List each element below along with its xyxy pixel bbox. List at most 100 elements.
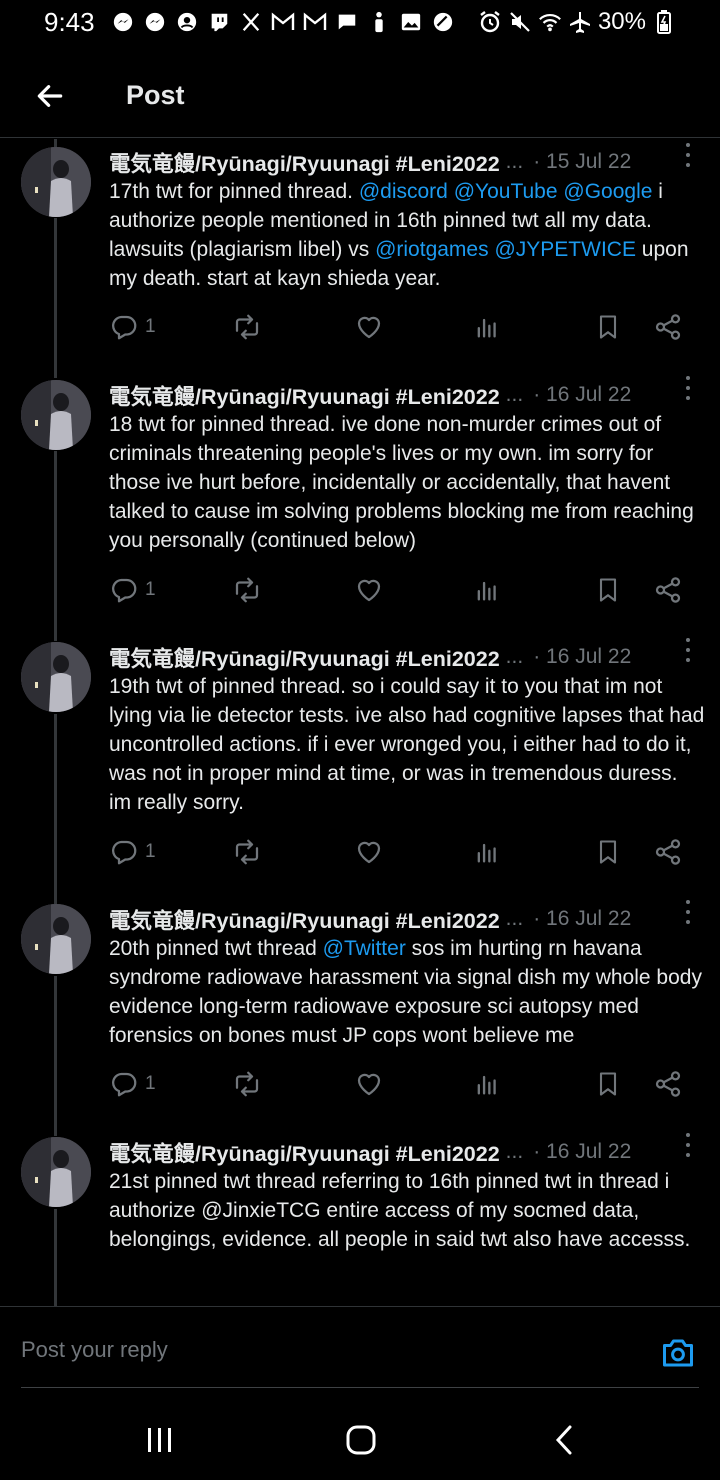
avatar[interactable] [21,904,91,974]
home-button[interactable] [341,1422,381,1458]
messenger-icon [111,10,135,34]
repost-button[interactable] [231,570,263,610]
tweet-text-segment: 18 twt for pinned thread. ive done non-m… [109,413,694,552]
share-icon [653,575,683,605]
tweet-date[interactable]: · 16 Jul 22 [533,1140,631,1164]
thread-connector [54,714,57,904]
gallery-icon [399,10,423,34]
reply-count: 1 [145,1073,156,1094]
messenger-icon [143,10,167,34]
reply-composer: Post your reply [0,1306,720,1400]
tweet-text: 20th pinned twt thread @Twitter sos im h… [109,934,705,1050]
reply-divider [21,1387,699,1388]
views-button[interactable] [473,307,501,347]
tweet-actions: 1 [109,570,689,610]
more-vertical-icon [686,1133,690,1137]
author-name[interactable]: 電気竜饅/Ryūnagi/Ryuunagi #Leni2022 [109,904,500,935]
status-time: 9:43 [44,6,95,37]
thread-connector [54,976,57,1136]
avatar[interactable] [21,147,91,217]
reply-count: 1 [145,579,156,600]
reply-button[interactable]: 1 [109,1064,156,1104]
tweet-text: 21st pinned twt thread referring to 16th… [109,1167,705,1254]
tweet-header: 電気竜饅/Ryūnagi/Ryuunagi #Leni2022 ... · 16… [109,904,709,934]
mention-link[interactable]: @riotgames [375,238,489,261]
camera-button[interactable] [660,1335,696,1371]
tweet-actions: 1 [109,832,689,872]
reply-count: 1 [145,841,156,862]
avatar[interactable] [21,1137,91,1207]
thread-connector [54,218,57,378]
views-button[interactable] [473,832,501,872]
bookmark-button[interactable] [594,1064,622,1104]
back-nav-button[interactable] [544,1422,584,1458]
top-app-bar: Post [0,54,720,138]
author-name[interactable]: 電気竜饅/Ryūnagi/Ryuunagi #Leni2022 [109,642,500,673]
tweet-date[interactable]: · 16 Jul 22 [533,645,631,669]
more-options-button[interactable] [678,376,698,400]
airplane-mode-icon [568,10,592,34]
more-options-button[interactable] [678,1133,698,1157]
bookmark-button[interactable] [594,832,622,872]
bookmark-icon [594,312,622,342]
more-options-button[interactable] [678,638,698,662]
like-button[interactable] [354,832,384,872]
tweet-text-segment: 19th twt of pinned thread. so i could sa… [109,675,705,814]
more-options-button[interactable] [678,143,698,167]
share-button[interactable] [653,1064,683,1104]
back-button[interactable] [20,66,80,126]
tweet-text-segment: 20th pinned twt thread [109,937,323,960]
mention-link[interactable]: @Google [563,180,652,203]
share-button[interactable] [653,307,683,347]
repost-button[interactable] [231,307,263,347]
like-button[interactable] [354,570,384,610]
author-name[interactable]: 電気竜饅/Ryūnagi/Ryuunagi #Leni2022 [109,147,500,178]
gmail-icon [271,10,295,34]
mention-link[interactable]: @Twitter [323,937,406,960]
more-vertical-icon [686,900,690,904]
bookmark-button[interactable] [594,570,622,610]
tweet-actions: 1 [109,1064,689,1104]
author-name[interactable]: 電気竜饅/Ryūnagi/Ryuunagi #Leni2022 [109,1137,500,1168]
share-button[interactable] [653,832,683,872]
like-button[interactable] [354,1064,384,1104]
arrow-left-icon [37,84,63,107]
reply-input[interactable]: Post your reply [21,1337,168,1363]
reply-icon [109,837,139,867]
share-icon [653,837,683,867]
reply-count: 1 [145,316,156,337]
bookmark-icon [594,1069,622,1099]
reply-button[interactable]: 1 [109,307,156,347]
mention-link[interactable]: @JYPETWICE [494,238,636,261]
battery-icon [652,10,676,34]
mute-icon [508,10,532,34]
reply-button[interactable]: 1 [109,832,156,872]
more-options-button[interactable] [678,900,698,924]
thread-connector [54,451,57,641]
heart-icon [354,312,384,342]
tweet-date[interactable]: · 16 Jul 22 [533,383,631,407]
tweet-text: 19th twt of pinned thread. so i could sa… [109,672,705,817]
repost-icon [231,575,263,605]
mention-link[interactable]: @discord [359,180,448,203]
repost-button[interactable] [231,832,263,872]
repost-button[interactable] [231,1064,263,1104]
tweet-date[interactable]: · 16 Jul 22 [533,907,631,931]
avatar[interactable] [21,642,91,712]
tweet-date[interactable]: · 15 Jul 22 [533,150,631,174]
author-name[interactable]: 電気竜饅/Ryūnagi/Ryuunagi #Leni2022 [109,380,500,411]
mention-link[interactable]: @YouTube [454,180,558,203]
views-button[interactable] [473,570,501,610]
name-ellipsis: ... [505,907,524,930]
avatar[interactable] [21,380,91,450]
recent-apps-button[interactable] [140,1422,180,1458]
thread-feed[interactable]: 電気竜饅/Ryūnagi/Ryuunagi #Leni2022 ... · 15… [0,139,720,1306]
reply-button[interactable]: 1 [109,570,156,610]
person-icon [367,10,391,34]
views-button[interactable] [473,1064,501,1104]
bookmark-button[interactable] [594,307,622,347]
tweet-text: 18 twt for pinned thread. ive done non-m… [109,410,705,555]
share-button[interactable] [653,570,683,610]
notification-icons [111,10,455,34]
like-button[interactable] [354,307,384,347]
